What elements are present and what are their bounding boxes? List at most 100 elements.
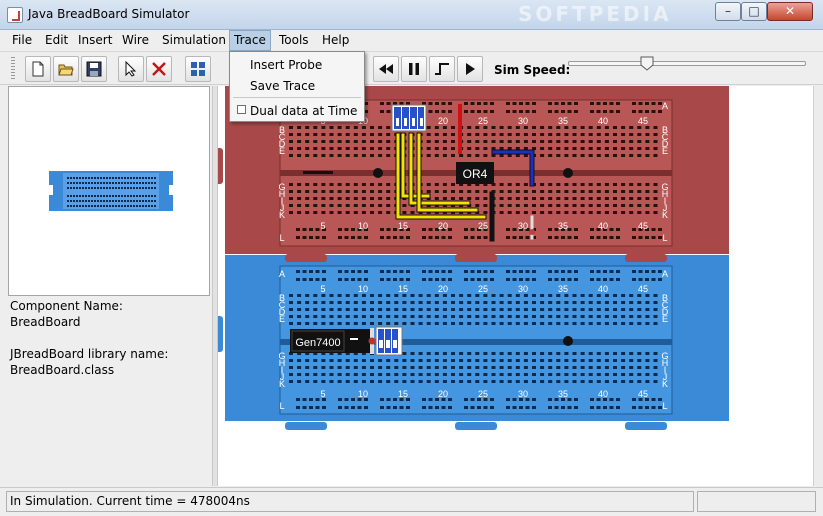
chip-or4-label: OR4 <box>463 167 488 181</box>
column-number-top: 40 <box>598 116 608 126</box>
column-number-bottom: 35 <box>558 284 568 294</box>
toolbar: Sim Speed: <box>0 51 823 85</box>
menu-tools[interactable]: Tools <box>275 30 313 51</box>
menu-file[interactable]: File <box>8 30 36 51</box>
menu-bar: File Edit Insert Wire Simulation Trace T… <box>0 30 823 51</box>
row-letter: A <box>662 269 668 279</box>
row-letter: L <box>279 233 284 243</box>
dual-data-checkbox[interactable] <box>237 105 246 114</box>
column-number-bottom: 15 <box>398 284 408 294</box>
column-number-top-lower: 40 <box>598 221 608 231</box>
column-number-bottom: 10 <box>358 284 368 294</box>
column-number-bottom-lower: 45 <box>638 389 648 399</box>
sim-speed-slider[interactable] <box>568 61 806 66</box>
status-text: In Simulation. Current time = 478004ns <box>6 491 694 512</box>
menu-item-insert-probe[interactable]: Insert Probe <box>250 58 322 72</box>
column-number-bottom-lower: 40 <box>598 389 608 399</box>
vertical-scrollbar[interactable] <box>813 86 823 486</box>
menu-help[interactable]: Help <box>318 30 353 51</box>
new-file-icon[interactable] <box>25 56 51 82</box>
row-letter: K <box>279 379 285 389</box>
library-name-value: BreadBoard.class <box>10 363 115 377</box>
component-name-label: Component Name: <box>10 299 123 313</box>
column-number-bottom: 20 <box>438 284 448 294</box>
menu-separator <box>233 97 361 98</box>
minimize-button[interactable]: – <box>715 2 741 21</box>
row-letter: L <box>662 401 667 411</box>
row-letter: K <box>662 210 668 220</box>
menu-item-save-trace[interactable]: Save Trace <box>250 79 315 93</box>
column-number-top: 35 <box>558 116 568 126</box>
row-letter: L <box>662 233 667 243</box>
row-letter: E <box>279 146 285 156</box>
step-icon[interactable] <box>429 56 455 82</box>
component-preview <box>8 86 210 296</box>
column-number-bottom-lower: 30 <box>518 389 528 399</box>
column-number-top-lower: 25 <box>478 221 488 231</box>
column-number-top: 45 <box>638 116 648 126</box>
column-number-bottom: 5 <box>320 284 325 294</box>
column-number-top-lower: 35 <box>558 221 568 231</box>
chip-icon[interactable] <box>185 56 211 82</box>
row-letter: K <box>279 210 285 220</box>
column-number-top-lower: 30 <box>518 221 528 231</box>
breadboard-drawing[interactable]: 5555101010101515151520202020252525253030… <box>213 85 813 486</box>
rewind-icon[interactable] <box>373 56 399 82</box>
pause-icon[interactable] <box>401 56 427 82</box>
column-number-top-lower: 10 <box>358 221 368 231</box>
component-name-value: BreadBoard <box>10 315 81 329</box>
row-letter: E <box>662 314 668 324</box>
menu-trace[interactable]: Trace <box>229 30 271 51</box>
column-number-bottom-lower: 10 <box>358 389 368 399</box>
save-disk-icon[interactable] <box>81 56 107 82</box>
status-side-panel <box>697 491 816 512</box>
toolbar-grip[interactable] <box>11 57 15 81</box>
java-app-icon <box>7 7 23 23</box>
chip-gen7400-label: Gen7400 <box>295 337 340 349</box>
menu-insert[interactable]: Insert <box>74 30 116 51</box>
select-arrow-icon[interactable] <box>118 56 144 82</box>
column-number-top-lower: 15 <box>398 221 408 231</box>
column-number-bottom-lower: 5 <box>320 389 325 399</box>
watermark: SOFTPEDIA <box>518 2 672 26</box>
menu-simulation[interactable]: Simulation <box>158 30 230 51</box>
play-icon[interactable] <box>457 56 483 82</box>
library-name-label: JBreadBoard library name: <box>10 347 169 361</box>
close-button[interactable]: ✕ <box>767 2 813 21</box>
row-letter: E <box>662 146 668 156</box>
title-bar: Java BreadBoard Simulator SOFTPEDIA – □ … <box>0 0 823 30</box>
column-number-top: 30 <box>518 116 528 126</box>
column-number-top-lower: 5 <box>320 221 325 231</box>
row-letter: L <box>279 401 284 411</box>
column-number-bottom-lower: 25 <box>478 389 488 399</box>
sim-speed-label: Sim Speed: <box>494 63 571 77</box>
column-number-bottom: 40 <box>598 284 608 294</box>
column-number-top-lower: 20 <box>438 221 448 231</box>
column-number-bottom-lower: 15 <box>398 389 408 399</box>
row-letter: K <box>662 379 668 389</box>
delete-x-icon[interactable] <box>146 56 172 82</box>
column-number-bottom: 45 <box>638 284 648 294</box>
breadboard-canvas[interactable]: 5555101010101515151520202020252525253030… <box>213 85 813 486</box>
column-number-bottom-lower: 35 <box>558 389 568 399</box>
row-letter: E <box>279 314 285 324</box>
menu-edit[interactable]: Edit <box>41 30 72 51</box>
column-number-top: 25 <box>478 116 488 126</box>
breadboard-thumbnail <box>49 171 173 211</box>
menu-item-dual-data[interactable]: Dual data at Time <box>250 104 357 118</box>
component-info-panel: Component Name: BreadBoard JBreadBoard l… <box>8 86 210 486</box>
open-folder-icon[interactable] <box>53 56 79 82</box>
column-number-top: 20 <box>438 116 448 126</box>
menu-wire[interactable]: Wire <box>118 30 153 51</box>
row-letter: A <box>662 101 668 111</box>
column-number-bottom: 25 <box>478 284 488 294</box>
status-bar: In Simulation. Current time = 478004ns <box>0 487 823 516</box>
row-letter: A <box>279 269 285 279</box>
column-number-bottom-lower: 20 <box>438 389 448 399</box>
sim-speed-slider-thumb[interactable] <box>640 56 654 71</box>
maximize-button[interactable]: □ <box>741 2 767 21</box>
window-title: Java BreadBoard Simulator <box>28 7 190 21</box>
column-number-bottom: 30 <box>518 284 528 294</box>
column-number-top-lower: 45 <box>638 221 648 231</box>
trace-dropdown-menu: Insert Probe Save Trace Dual data at Tim… <box>229 51 365 122</box>
